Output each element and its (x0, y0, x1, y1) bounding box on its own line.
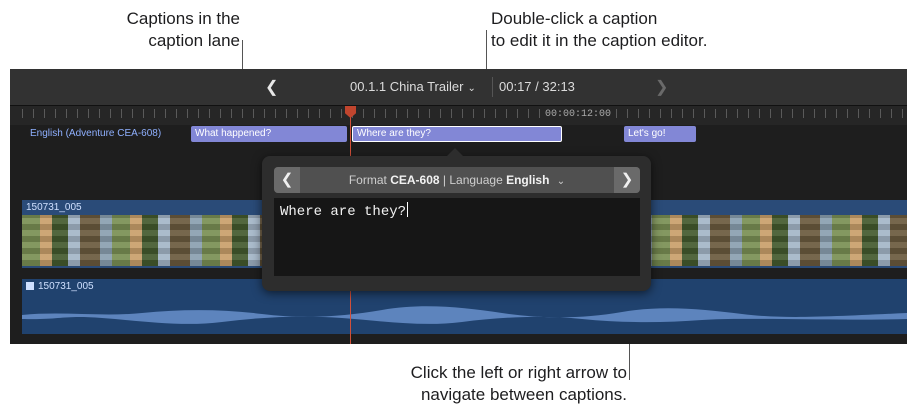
language-label: Language (449, 173, 503, 187)
format-value: CEA-608 (390, 173, 440, 187)
callout-line: to edit it in the caption editor. (491, 31, 708, 50)
caption-editor: ❮ Format CEA-608 | Language English ⌄ ❯ … (262, 148, 651, 291)
callout-caption-lane: Captions in the caption lane (60, 8, 240, 52)
project-name: 00.1.1 China Trailer (350, 79, 464, 94)
chevron-right-icon[interactable]: ❯ (655, 77, 668, 97)
callout-line: navigate between captions. (420, 385, 627, 404)
filmstrip-icon (26, 282, 34, 290)
text-cursor (407, 202, 409, 217)
callout-line: Click the left or right arrow to (410, 363, 627, 382)
caption-clip[interactable]: What happened? (191, 126, 347, 142)
timeline-ruler[interactable] (22, 106, 907, 125)
callout-double-click: Double-click a caption to edit it in the… (491, 8, 791, 52)
callout-arrows: Click the left or right arrow to navigat… (300, 362, 627, 406)
video-clip-name: 150731_005 (26, 202, 82, 213)
callout-line: caption lane (148, 31, 240, 50)
callout-line: Double-click a caption (491, 9, 658, 28)
caption-clip[interactable]: Let's go! (624, 126, 696, 142)
previous-caption-button[interactable]: ❮ (274, 167, 300, 193)
audio-clip-name: 150731_005 (38, 281, 94, 292)
next-caption-button[interactable]: ❯ (614, 167, 640, 193)
popover-arrow (447, 148, 463, 156)
timecode-display: 00:17 / 32:13 (499, 79, 575, 94)
separator: | (442, 173, 447, 187)
caption-lane-label: English (Adventure CEA-608) (30, 128, 162, 139)
format-label: Format (348, 173, 387, 187)
titlebar-divider (492, 77, 493, 97)
ruler-timecode: 00:00:12:00 (542, 109, 615, 120)
chevron-down-icon: ⌄ (556, 176, 566, 187)
callout-line: Captions in the (126, 9, 240, 28)
format-language-menu[interactable]: Format CEA-608 | Language English ⌄ (300, 167, 614, 193)
chevron-down-icon: ⌄ (467, 83, 476, 94)
language-value: English (506, 173, 550, 187)
caption-editor-header: ❮ Format CEA-608 | Language English ⌄ ❯ (274, 167, 640, 193)
caption-text: Where are they? (280, 202, 409, 220)
chevron-left-icon[interactable]: ❮ (265, 77, 278, 97)
ruler-edge (10, 106, 22, 125)
audio-clip-label: 150731_005 (26, 281, 94, 292)
caption-text-value: Where are they? (280, 204, 407, 220)
project-menu[interactable]: 00.1.1 China Trailer ⌄ (350, 79, 476, 94)
audio-waveform (22, 306, 907, 324)
caption-text-field[interactable]: Where are they? (274, 198, 640, 276)
caption-clip-selected[interactable]: Where are they? (352, 126, 562, 142)
timeline-window: ❮ 00.1.1 China Trailer ⌄ 00:17 / 32:13 ❯ … (10, 69, 907, 344)
timeline-titlebar: ❮ 00.1.1 China Trailer ⌄ 00:17 / 32:13 ❯ (10, 69, 907, 106)
